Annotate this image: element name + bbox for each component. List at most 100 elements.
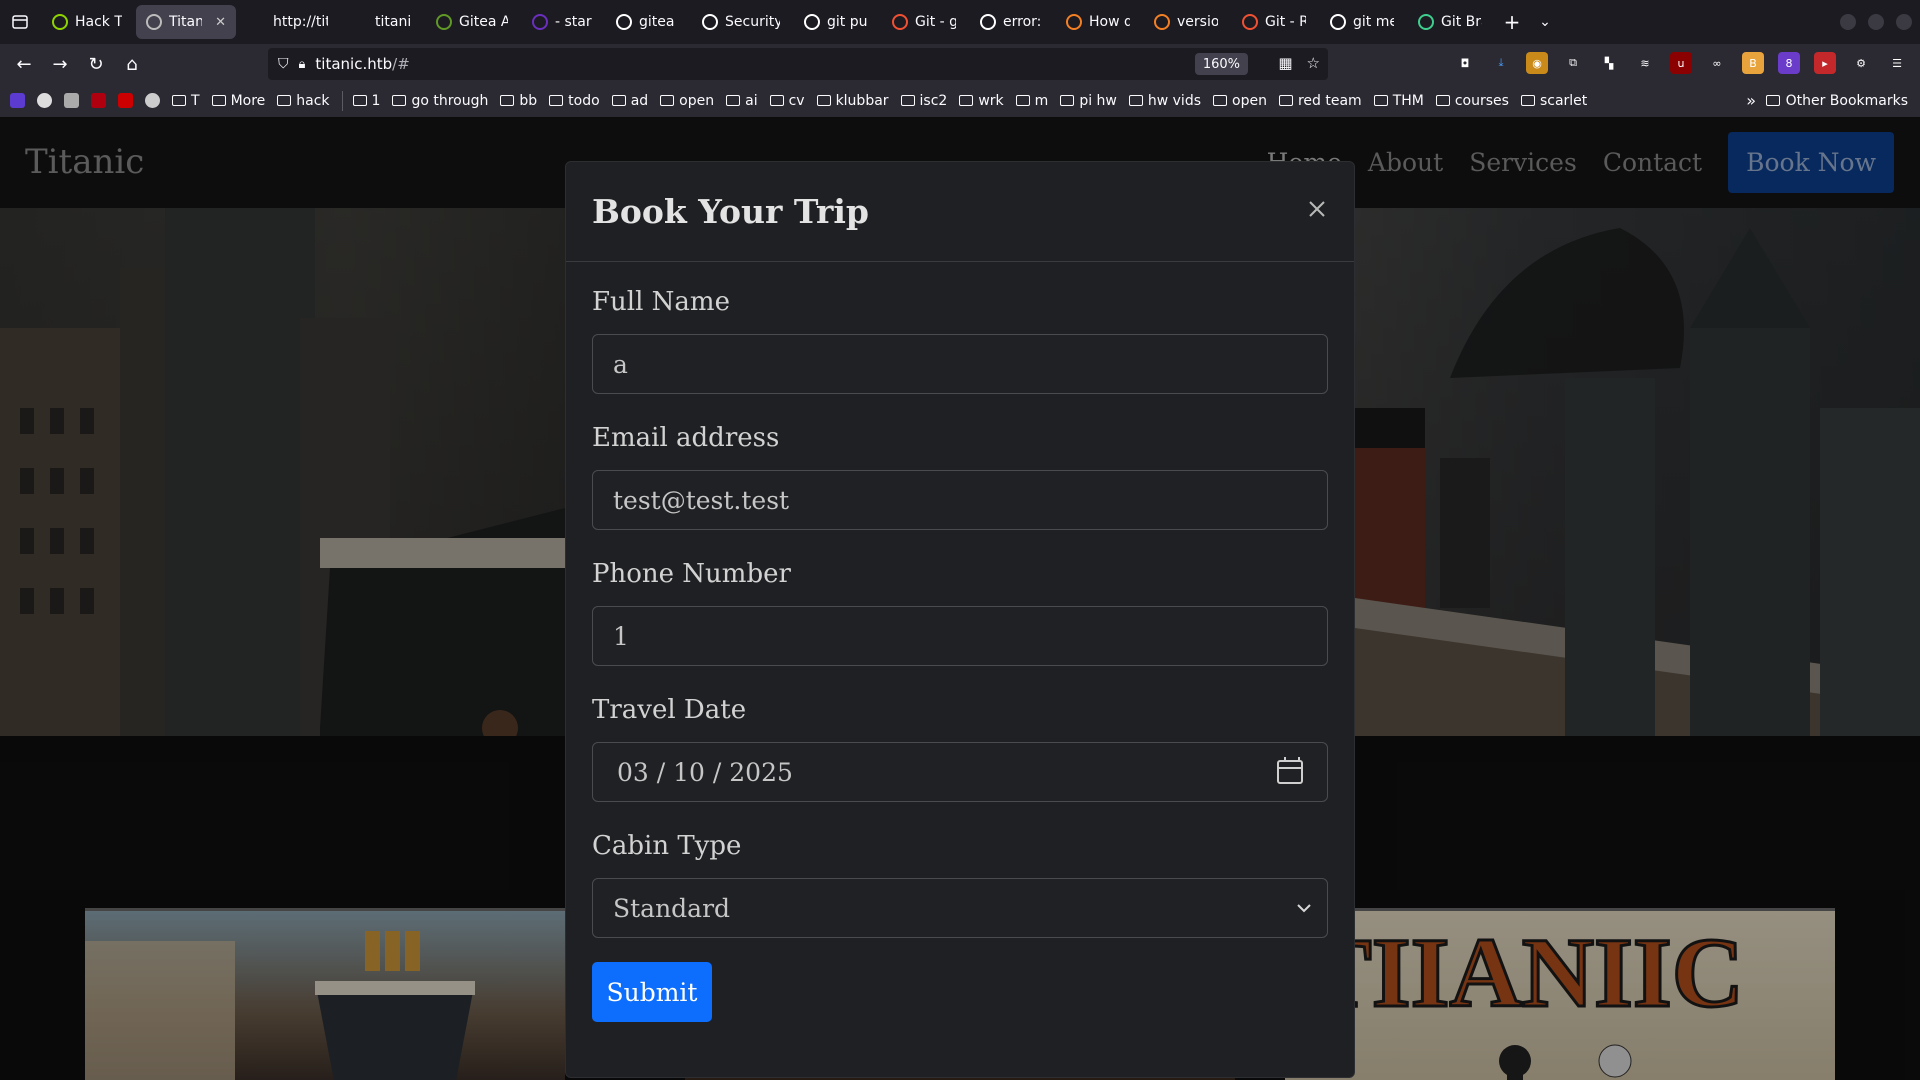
shield-icon[interactable]: ⛉ xyxy=(278,56,289,72)
folder-icon xyxy=(500,95,515,106)
circle-icon[interactable] xyxy=(145,93,160,108)
minimize-button[interactable] xyxy=(1840,14,1856,30)
bookmarks-overflow-icon[interactable]: » xyxy=(1746,91,1756,110)
bookmark-folder[interactable]: courses xyxy=(1435,93,1509,109)
bookmark-list: T More hack 1 go through bb todo ad open ai cv klub… xyxy=(172,90,1599,111)
tab-title: git merge xyxy=(1353,14,1394,30)
home-icon[interactable]: ⌂ xyxy=(114,48,150,80)
browser-tab[interactable]: git merge xyxy=(1320,5,1404,39)
bookmark-favicon[interactable] xyxy=(64,93,79,108)
browser-tab[interactable]: Git - git-p xyxy=(882,5,966,39)
bookmark-label: m xyxy=(1034,92,1049,109)
bookmark-folder[interactable]: T xyxy=(172,93,200,109)
close-window-button[interactable] xyxy=(1896,14,1912,30)
cabin-type-select[interactable]: Standard xyxy=(592,878,1328,938)
url-text[interactable]: titanic.htb/# xyxy=(315,55,409,73)
tab-favicon-icon xyxy=(1330,14,1346,30)
browser-tab[interactable]: error: You xyxy=(970,5,1052,39)
tab-title: git pull - xyxy=(827,14,868,30)
bookmark-folder[interactable]: THM xyxy=(1373,92,1424,109)
browser-tab[interactable]: - start he xyxy=(522,5,602,39)
grid-icon[interactable]: ▚ xyxy=(1598,52,1620,74)
burp-icon[interactable]: B xyxy=(1742,52,1764,74)
email-field[interactable]: test@test.test xyxy=(592,470,1328,530)
bookmark-folder[interactable]: wrk xyxy=(959,93,1004,109)
bookmark-favicon[interactable] xyxy=(91,93,106,108)
bookmark-folder[interactable]: klubbar xyxy=(816,92,889,109)
bookmark-folder[interactable]: hack xyxy=(277,93,330,109)
tab-list-icon[interactable] xyxy=(0,0,40,44)
browser-tab[interactable]: Gitea API xyxy=(426,5,518,39)
skull-icon[interactable] xyxy=(37,93,52,108)
bookmark-folder[interactable]: isc2 xyxy=(900,93,947,109)
browser-tab[interactable]: version c xyxy=(1144,5,1228,39)
bookmark-folder[interactable]: More xyxy=(211,93,265,109)
submit-button[interactable]: Submit xyxy=(592,962,712,1022)
browser-nav-bar: ← → ↻ ⌂ ⛉ 🔒︎ titanic.htb/# 160% ▦ ☆ ◘ ⤓ … xyxy=(0,44,1920,84)
bookmark-star-icon[interactable]: ☆ xyxy=(1307,54,1320,72)
bookmark-folder[interactable]: m xyxy=(1015,92,1049,109)
bookmark-folder[interactable]: scarlet xyxy=(1520,93,1587,109)
browser-tab[interactable]: http://titanic xyxy=(240,5,338,39)
ublock-icon[interactable]: u xyxy=(1670,52,1692,74)
bookmark-folder[interactable]: ad xyxy=(611,93,648,109)
puzzle-icon[interactable]: ⧉ xyxy=(1562,52,1584,74)
folder-icon xyxy=(1060,95,1075,106)
calendar-icon[interactable] xyxy=(1277,757,1303,784)
bookmark-folder[interactable]: cv xyxy=(769,92,805,109)
bookmark-folder[interactable]: bb xyxy=(500,93,537,109)
settings-extension-icon[interactable]: ⚙ xyxy=(1850,52,1872,74)
bookmark-label: cv xyxy=(788,92,805,109)
bookmark-folder[interactable]: ai xyxy=(726,93,758,109)
browser-tab[interactable]: gitea 1.22 xyxy=(606,5,688,39)
bookmark-folder[interactable]: pi hw xyxy=(1060,93,1117,109)
browser-tab[interactable]: Git - Revi xyxy=(1232,5,1316,39)
chevron-down-icon[interactable]: ⌄ xyxy=(1530,14,1560,30)
phone-field[interactable]: 1 xyxy=(592,606,1328,666)
media-icon[interactable]: ▸ xyxy=(1814,52,1836,74)
bookmark-separator xyxy=(341,90,343,111)
qr-code-icon[interactable]: ▦ xyxy=(1278,54,1292,72)
bookmark-label: hw vids xyxy=(1147,92,1202,109)
browser-tab[interactable]: Hack The xyxy=(42,5,132,39)
browser-tab[interactable]: How do I xyxy=(1056,5,1140,39)
reload-icon[interactable]: ↻ xyxy=(78,48,114,80)
extension-icon[interactable]: ◉ xyxy=(1526,52,1548,74)
bookmark-folder[interactable]: open xyxy=(660,93,714,109)
bookmark-favicon[interactable] xyxy=(118,93,133,108)
bookmark-folder[interactable]: red team xyxy=(1278,93,1362,109)
browser-tab[interactable]: Security xyxy=(692,5,790,39)
chevron-down-icon[interactable] xyxy=(1297,897,1311,918)
bookmark-favicon[interactable] xyxy=(10,93,25,108)
extension-badge-icon[interactable]: 8 xyxy=(1778,52,1800,74)
bookmark-folder[interactable]: hw vids xyxy=(1128,92,1202,109)
travel-date-field[interactable]: 03 / 10 / 2025 xyxy=(592,742,1328,802)
download-icon[interactable]: ⤓ xyxy=(1490,52,1512,74)
url-bar[interactable]: ⛉ 🔒︎ titanic.htb/# 160% ▦ ☆ xyxy=(268,48,1328,80)
zoom-level-badge[interactable]: 160% xyxy=(1194,53,1248,75)
forward-arrow-icon[interactable]: → xyxy=(42,48,78,80)
bookmark-folder[interactable]: todo xyxy=(549,93,600,109)
maximize-button[interactable] xyxy=(1868,14,1884,30)
browser-tab[interactable]: git pull - xyxy=(794,5,878,39)
bookmark-folder[interactable]: open xyxy=(1213,93,1267,109)
tab-close-icon[interactable]: ✕ xyxy=(215,15,226,30)
pocket-icon[interactable]: ◘ xyxy=(1454,52,1476,74)
browser-tab[interactable]: Git Branc xyxy=(1408,5,1492,39)
bookmark-folder[interactable]: go through xyxy=(392,93,488,109)
glasses-icon[interactable]: ∞ xyxy=(1706,52,1728,74)
hamburger-menu-icon[interactable]: ☰ xyxy=(1886,52,1908,74)
new-tab-button[interactable]: + xyxy=(1494,10,1530,34)
container-icon[interactable]: ≋ xyxy=(1634,52,1656,74)
bookmark-label: THM xyxy=(1392,92,1424,109)
lock-icon[interactable]: 🔒︎ xyxy=(299,57,306,72)
full-name-field[interactable]: a xyxy=(592,334,1328,394)
other-bookmarks[interactable]: Other Bookmarks xyxy=(1765,93,1908,109)
bookmark-label: klubbar xyxy=(835,92,889,109)
close-icon[interactable] xyxy=(1302,194,1332,224)
back-arrow-icon[interactable]: ← xyxy=(6,48,42,80)
browser-tab[interactable]: Titanic ✕ xyxy=(136,5,236,39)
phone-value: 1 xyxy=(613,621,629,651)
bookmark-folder[interactable]: 1 xyxy=(352,93,380,109)
browser-tab[interactable]: titanic.htl xyxy=(342,5,422,39)
